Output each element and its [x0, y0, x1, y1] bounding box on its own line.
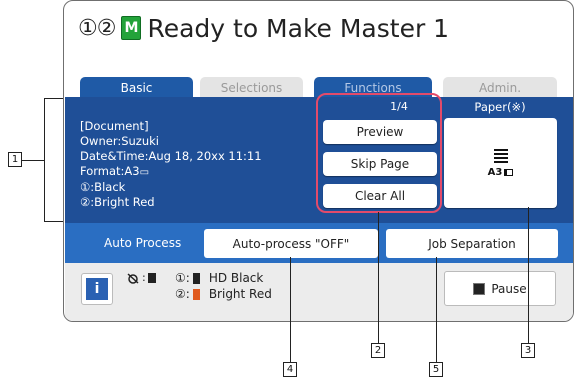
- paper-size: A3: [488, 167, 514, 178]
- drum2-color-swatch: [192, 288, 200, 300]
- pause-label: Pause: [491, 281, 527, 296]
- paper-feed-icon: [504, 168, 514, 176]
- drum1-ink-name: HD Black: [208, 271, 264, 285]
- status-message: Ready to Make Master 1: [147, 13, 450, 43]
- callout-3: 3: [521, 343, 535, 358]
- control-panel-screen: ①② M Ready to Make Master 1 Basic Select…: [63, 0, 574, 322]
- document-icon: [147, 272, 156, 283]
- info-button[interactable]: i: [81, 273, 113, 305]
- drum2-number: ②:: [175, 287, 190, 301]
- callout-1: 1: [8, 152, 22, 167]
- tray-icon: [127, 272, 139, 284]
- document-format-label: Format:A3: [80, 164, 140, 178]
- paper-orientation-icon: ▭: [139, 167, 150, 178]
- callout-4-leader: [290, 257, 291, 362]
- document-info: [Document] Owner:Suzuki Date&Time:Aug 18…: [80, 119, 262, 210]
- callout-4: 4: [283, 362, 297, 377]
- info-icon: i: [86, 278, 108, 300]
- document-drum2: ②:Bright Red: [80, 195, 155, 209]
- status-title: ①② M Ready to Make Master 1: [78, 11, 449, 45]
- document-drum1: ①:Black: [80, 180, 126, 194]
- document-heading: [Document]: [80, 119, 149, 133]
- pause-icon: [473, 282, 486, 295]
- callout-3-leader: [528, 207, 529, 343]
- paper-size-label: A3: [487, 166, 503, 178]
- auto-process-label: Auto Process: [104, 236, 182, 250]
- callout-5-leader: [436, 257, 437, 362]
- document-format: Format:A3▭: [80, 164, 262, 180]
- highlight-frame: [316, 93, 442, 213]
- drum1-status: ①: HD Black: [175, 271, 263, 285]
- paper-label: Paper(※): [474, 100, 526, 114]
- drum2-ink-name: Bright Red: [208, 287, 272, 301]
- drum-number-indicator: ①②: [78, 15, 116, 41]
- bracket-vertical: [44, 98, 45, 222]
- document-datetime: Date&Time:Aug 18, 20xx 11:11: [80, 149, 262, 163]
- drum1-color-swatch: [192, 272, 200, 284]
- bracket-bottom: [44, 221, 64, 222]
- link-status-icons: :: [126, 271, 156, 284]
- callout-2: 2: [371, 343, 385, 358]
- tab-admin[interactable]: Admin.: [443, 77, 557, 99]
- paper-stack-icon: [493, 148, 508, 163]
- tab-basic[interactable]: Basic: [80, 77, 193, 99]
- separator-colon: :: [142, 271, 146, 284]
- drum2-status: ②: Bright Red: [175, 287, 272, 301]
- job-separation-button[interactable]: Job Separation: [386, 229, 558, 258]
- paper-button[interactable]: A3: [444, 118, 557, 208]
- callout-2-leader: [378, 212, 379, 343]
- auto-process-button[interactable]: Auto-process "OFF": [204, 229, 378, 258]
- tab-selections[interactable]: Selections: [200, 77, 303, 99]
- bracket-top: [44, 98, 64, 99]
- drum1-number: ①:: [175, 271, 190, 285]
- document-owner: Owner:Suzuki: [80, 134, 159, 148]
- master-icon: M: [121, 16, 142, 40]
- callout-5: 5: [429, 362, 443, 377]
- pause-button[interactable]: Pause: [444, 271, 556, 306]
- callout-1-leader: [22, 160, 44, 161]
